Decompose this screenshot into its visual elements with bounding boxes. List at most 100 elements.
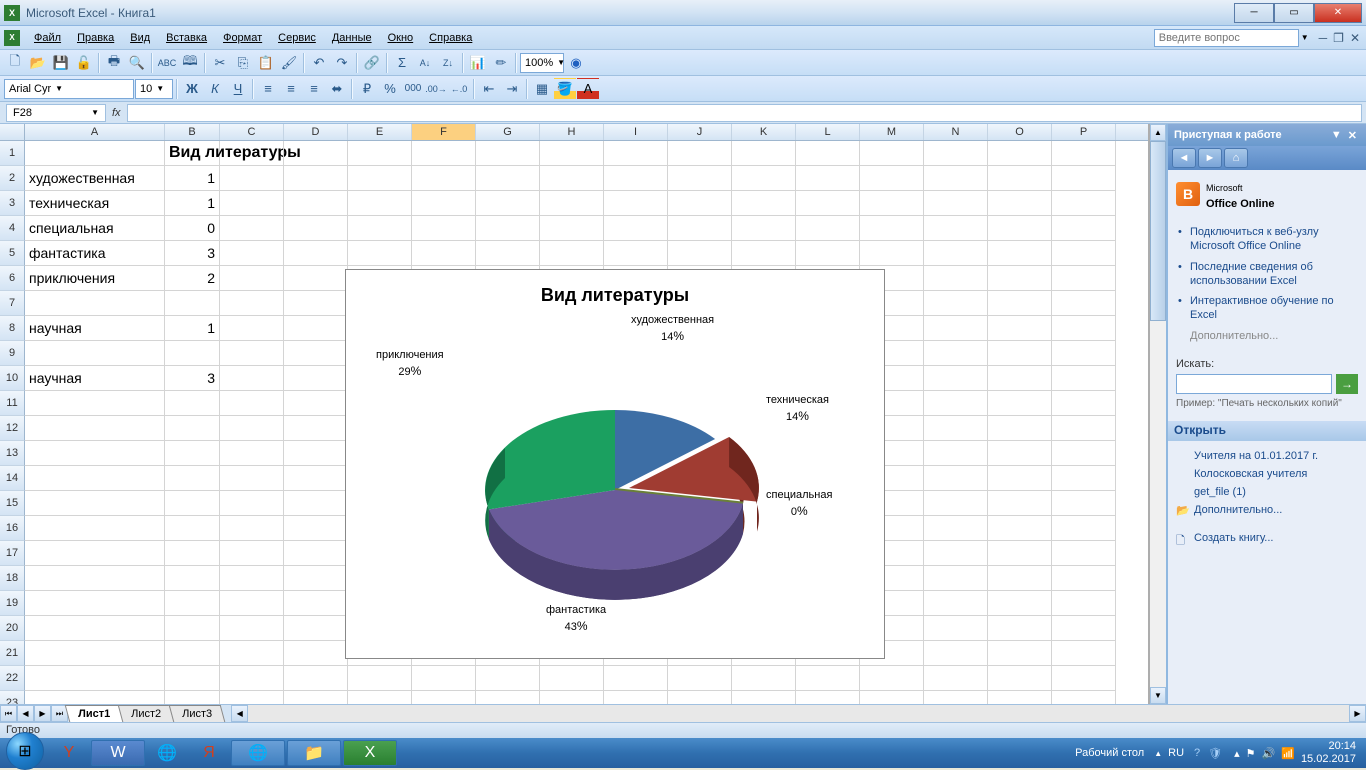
bold-icon[interactable]: Ж <box>181 78 203 100</box>
cell[interactable] <box>1052 241 1116 266</box>
cell[interactable] <box>284 616 348 641</box>
pie-chart[interactable]: Вид литературы <box>345 269 885 659</box>
cell[interactable] <box>988 416 1052 441</box>
cell[interactable] <box>284 641 348 666</box>
cell[interactable] <box>924 616 988 641</box>
row-header[interactable]: 8 <box>0 316 25 341</box>
row-header[interactable]: 1 <box>0 141 25 166</box>
cell[interactable] <box>668 666 732 691</box>
tp-link-training[interactable]: Интерактивное обучение по Excel <box>1176 291 1358 326</box>
cell[interactable] <box>165 441 220 466</box>
tp-create-workbook[interactable]: 🗋Создать книгу... <box>1176 529 1358 547</box>
cell[interactable] <box>220 266 284 291</box>
cell[interactable] <box>25 541 165 566</box>
row-header[interactable]: 9 <box>0 341 25 366</box>
cell[interactable] <box>988 391 1052 416</box>
cell[interactable]: 3 <box>165 241 220 266</box>
cell[interactable] <box>988 291 1052 316</box>
row-header[interactable]: 14 <box>0 466 25 491</box>
open-file-icon[interactable]: 📂 <box>27 52 49 74</box>
row-header[interactable]: 15 <box>0 491 25 516</box>
col-header-G[interactable]: G <box>476 124 540 140</box>
cell[interactable] <box>668 216 732 241</box>
cell[interactable] <box>988 366 1052 391</box>
row-header[interactable]: 5 <box>0 241 25 266</box>
task-pane-dropdown-icon[interactable]: ▼ <box>1328 129 1345 141</box>
cell[interactable] <box>476 691 540 704</box>
taskbar-yandex2-icon[interactable]: Я <box>189 740 229 766</box>
cell[interactable] <box>796 216 860 241</box>
cell[interactable] <box>412 166 476 191</box>
fx-icon[interactable]: fx <box>106 107 127 119</box>
new-file-icon[interactable]: 🗋 <box>4 52 26 74</box>
cell[interactable] <box>988 266 1052 291</box>
menu-window[interactable]: Окно <box>380 29 422 47</box>
col-header-I[interactable]: I <box>604 124 668 140</box>
cell[interactable] <box>988 441 1052 466</box>
cell[interactable] <box>165 591 220 616</box>
cell[interactable] <box>924 691 988 704</box>
col-header-O[interactable]: O <box>988 124 1052 140</box>
cell[interactable] <box>25 341 165 366</box>
cell[interactable] <box>476 191 540 216</box>
cell[interactable] <box>284 541 348 566</box>
cell[interactable] <box>25 441 165 466</box>
col-header-C[interactable]: C <box>220 124 284 140</box>
tp-file-2[interactable]: Колосковская учителя <box>1176 465 1358 483</box>
tp-search-go-button[interactable]: → <box>1336 374 1358 394</box>
cell[interactable] <box>860 191 924 216</box>
comma-icon[interactable]: 000 <box>402 78 424 100</box>
tab-nav-next-icon[interactable]: ▶ <box>34 705 51 722</box>
cell[interactable] <box>924 566 988 591</box>
fill-color-icon[interactable]: 🪣 <box>554 78 576 100</box>
row-header[interactable]: 19 <box>0 591 25 616</box>
row-header[interactable]: 7 <box>0 291 25 316</box>
cell[interactable] <box>860 216 924 241</box>
name-box[interactable]: F28▼ <box>6 104 106 122</box>
nav-back-icon[interactable]: ◄ <box>1172 148 1196 168</box>
cell[interactable] <box>1052 616 1116 641</box>
tp-search-input[interactable] <box>1176 374 1332 394</box>
col-header-D[interactable]: D <box>284 124 348 140</box>
tab-nav-first-icon[interactable]: ⏮ <box>0 705 17 722</box>
cell[interactable] <box>540 241 604 266</box>
cell[interactable] <box>220 241 284 266</box>
cell[interactable] <box>220 516 284 541</box>
cell[interactable] <box>988 166 1052 191</box>
cell[interactable] <box>988 141 1052 166</box>
taskbar-chrome-icon[interactable]: 🌐 <box>147 740 187 766</box>
cell[interactable] <box>604 141 668 166</box>
save-icon[interactable]: 💾 <box>50 52 72 74</box>
sheet-tab-3[interactable]: Лист3 <box>169 705 226 722</box>
cell[interactable]: 0 <box>165 216 220 241</box>
decrease-indent-icon[interactable]: ⇤ <box>478 78 500 100</box>
cell[interactable] <box>284 241 348 266</box>
menu-view[interactable]: Вид <box>122 29 158 47</box>
scroll-up-icon[interactable]: ▲ <box>1150 124 1166 141</box>
cell[interactable] <box>25 666 165 691</box>
cell[interactable] <box>220 391 284 416</box>
col-header-M[interactable]: M <box>860 124 924 140</box>
cell[interactable] <box>220 416 284 441</box>
cell[interactable] <box>988 516 1052 541</box>
cell[interactable] <box>732 216 796 241</box>
zoom-combo[interactable]: 100%▼ <box>520 53 564 73</box>
cell[interactable] <box>1052 291 1116 316</box>
cell[interactable] <box>924 666 988 691</box>
tray-speaker-icon[interactable]: 🔊 <box>1262 747 1276 760</box>
sort-desc-icon[interactable]: Z↓ <box>437 52 459 74</box>
cell[interactable] <box>924 366 988 391</box>
cell[interactable] <box>476 216 540 241</box>
cell[interactable]: научная <box>25 366 165 391</box>
increase-indent-icon[interactable]: ⇥ <box>501 78 523 100</box>
copy-icon[interactable]: ⎘ <box>232 52 254 74</box>
cell[interactable] <box>540 141 604 166</box>
cell[interactable] <box>796 691 860 704</box>
cell[interactable] <box>284 566 348 591</box>
cell[interactable] <box>988 491 1052 516</box>
sheet-tab-2[interactable]: Лист2 <box>118 705 175 722</box>
cell[interactable] <box>220 466 284 491</box>
cell[interactable] <box>284 516 348 541</box>
cell[interactable] <box>924 416 988 441</box>
cell[interactable] <box>924 266 988 291</box>
